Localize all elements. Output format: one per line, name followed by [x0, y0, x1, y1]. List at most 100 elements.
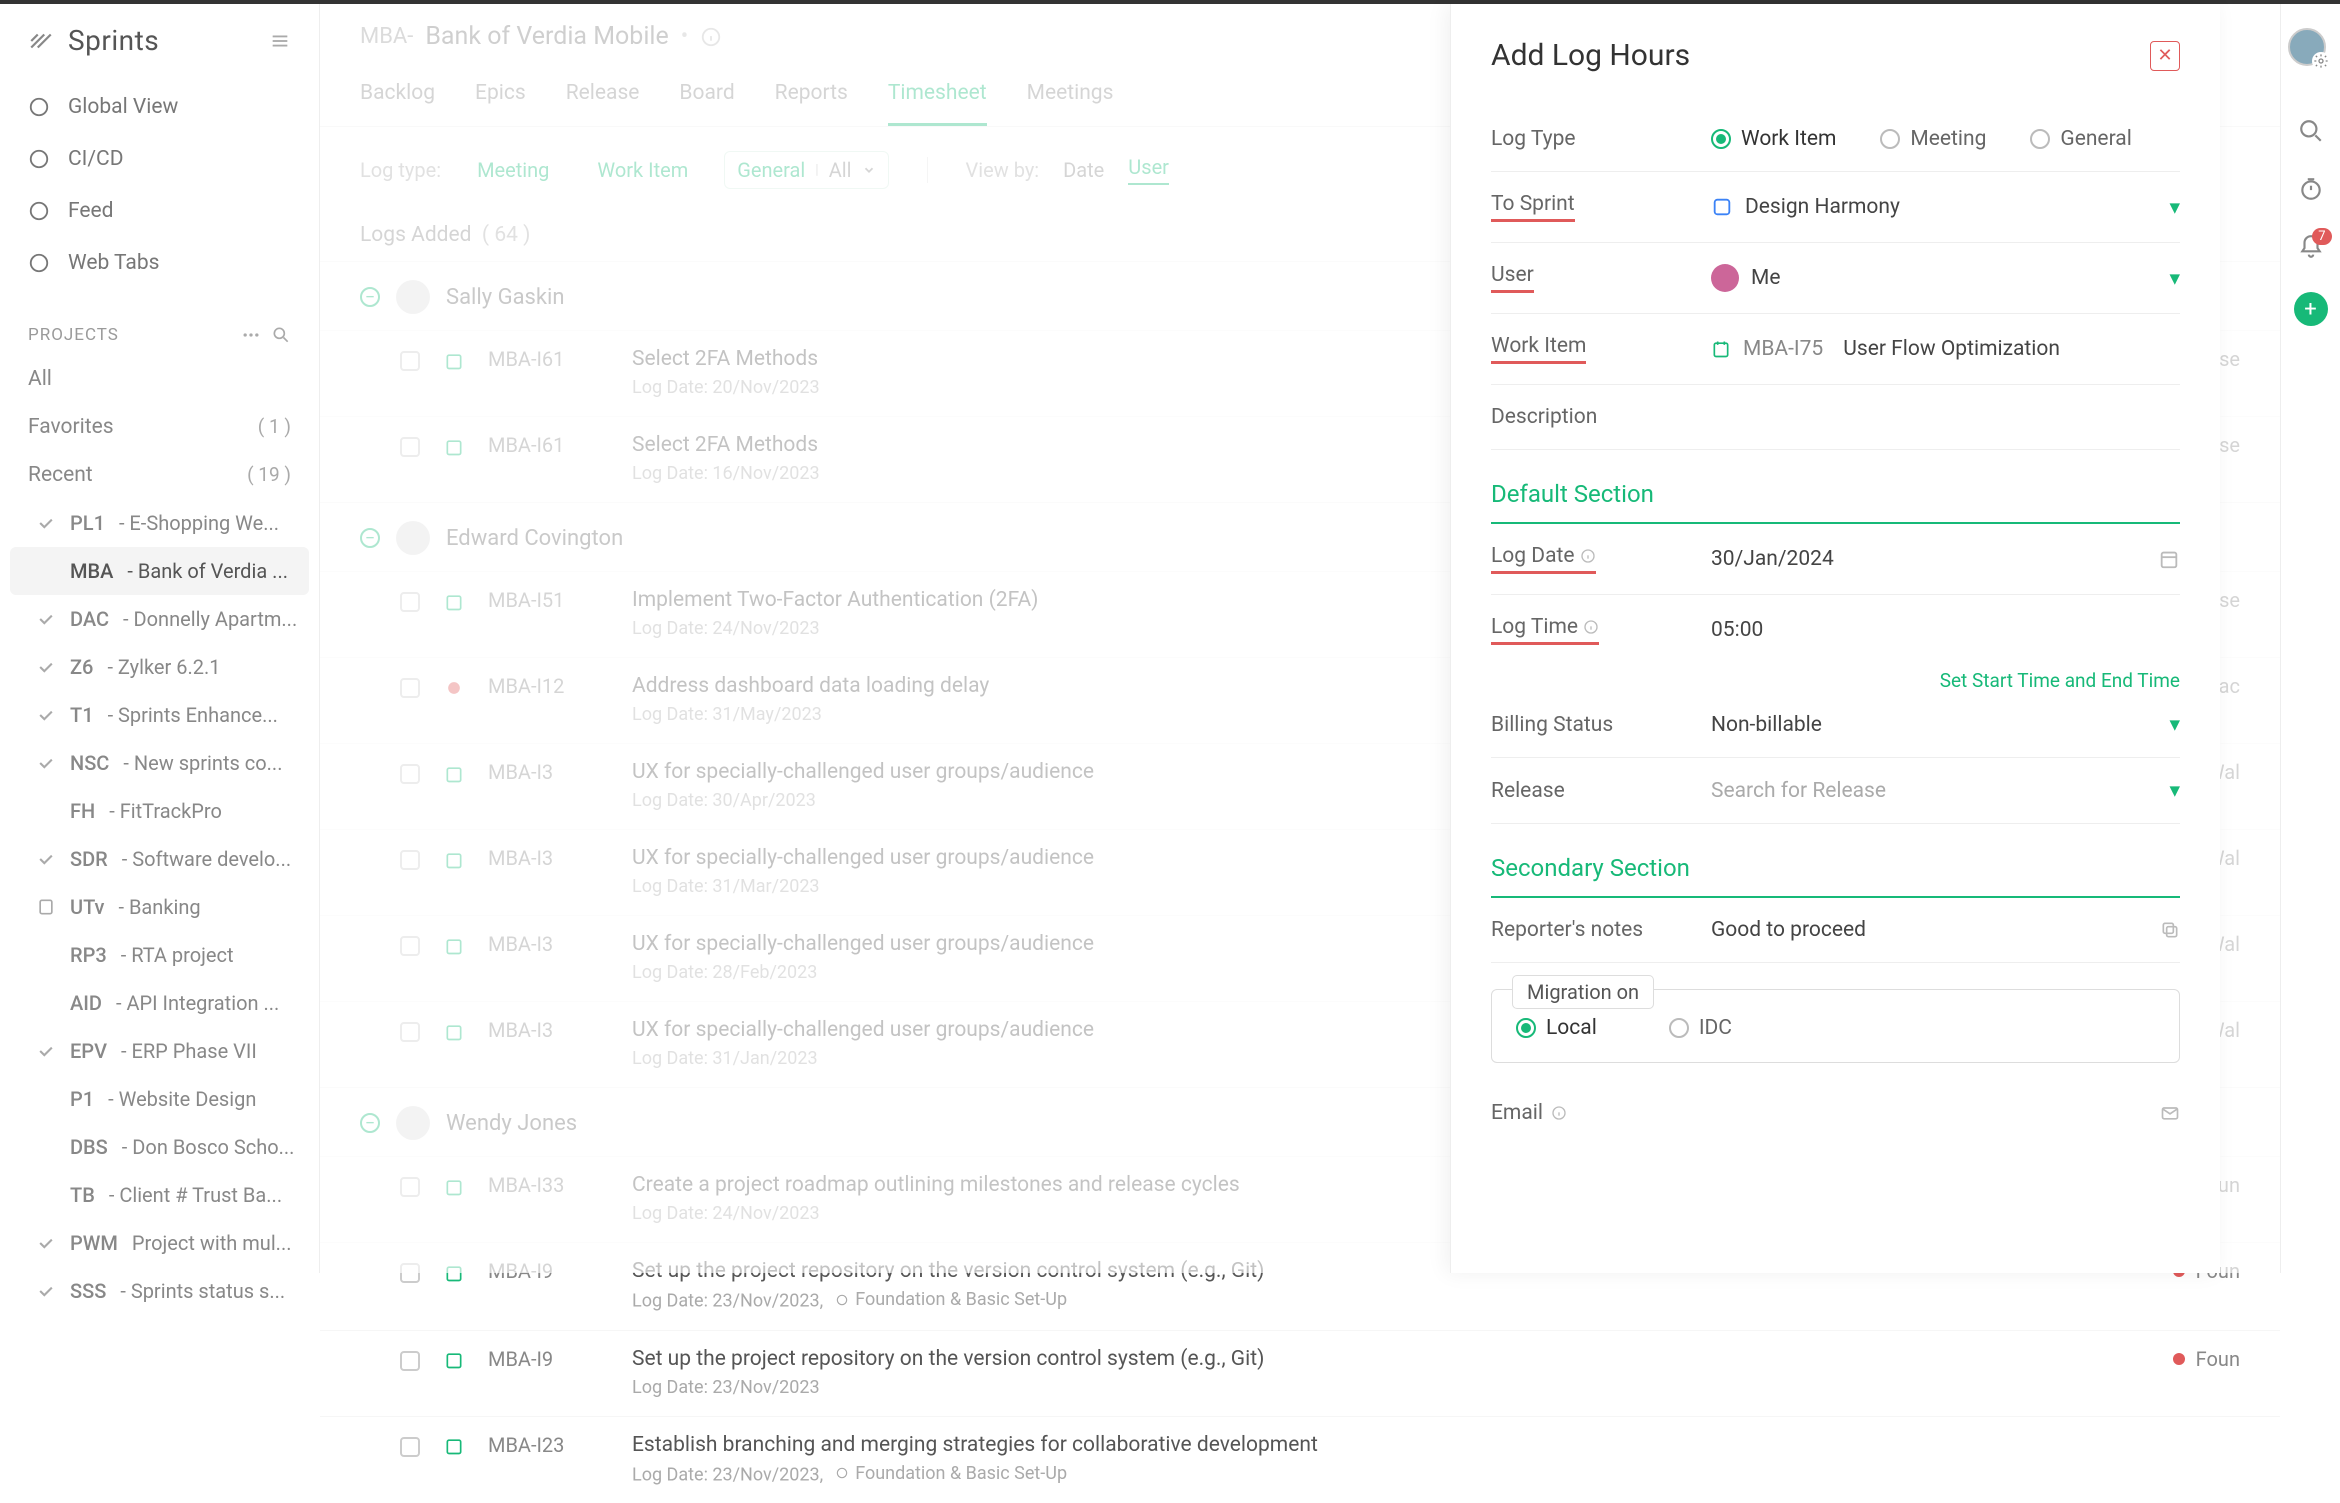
proj-group-favorites[interactable]: Favorites( 1 ) — [0, 403, 319, 451]
log-id: MBA-I3 — [488, 760, 608, 784]
timer-icon[interactable] — [2298, 176, 2324, 202]
radio-meeting[interactable]: Meeting — [1880, 127, 1986, 151]
gear-icon[interactable] — [2312, 52, 2330, 70]
row-checkbox[interactable] — [400, 1437, 420, 1457]
viewby-date[interactable]: Date — [1063, 158, 1104, 182]
project-epv[interactable]: EPV- ERP Phase VII — [0, 1027, 319, 1075]
field-user[interactable]: User Me ▾ — [1491, 243, 2180, 314]
project-mba[interactable]: MBA- Bank of Verdia ... — [10, 547, 309, 595]
row-checkbox[interactable] — [400, 764, 420, 784]
tab-reports[interactable]: Reports — [775, 71, 848, 126]
project-name: - Website Design — [108, 1087, 256, 1111]
row-checkbox[interactable] — [400, 592, 420, 612]
proj-group-label: All — [28, 367, 52, 391]
project-aid[interactable]: AID- API Integration ... — [0, 979, 319, 1027]
project-t1[interactable]: T1- Sprints Enhance... — [0, 691, 319, 739]
log-tag: Foundation & Basic Set-Up — [835, 1463, 1067, 1484]
viewby-user[interactable]: User — [1128, 155, 1169, 185]
field-to-sprint[interactable]: To Sprint Design Harmony ▾ — [1491, 172, 2180, 243]
check-icon — [36, 753, 56, 773]
field-release[interactable]: Release Search for Release ▾ — [1491, 758, 2180, 824]
field-notes[interactable]: Reporter's notes Good to proceed — [1491, 898, 2180, 963]
main-content: MBA- Bank of Verdia Mobile • BacklogEpic… — [320, 4, 2280, 1273]
to-sprint-value: Design Harmony — [1745, 195, 1900, 219]
filter-meeting[interactable]: Meeting — [465, 152, 561, 188]
row-checkbox[interactable] — [400, 1022, 420, 1042]
row-checkbox[interactable] — [400, 437, 420, 457]
project-utv[interactable]: UTv- Banking — [0, 883, 319, 931]
doc-icon — [36, 897, 56, 917]
close-button[interactable]: ✕ — [2150, 41, 2180, 71]
project-nsc[interactable]: NSC- New sprints co... — [0, 739, 319, 787]
search-projects-icon[interactable] — [271, 325, 291, 345]
log-date: Log Date: 23/Nov/2023 — [632, 1377, 2146, 1398]
menu-toggle-icon[interactable] — [269, 30, 291, 52]
log-row[interactable]: MBA-I9Set up the project repository on t… — [320, 1330, 2280, 1416]
nav-feed[interactable]: Feed — [0, 185, 319, 237]
tab-backlog[interactable]: Backlog — [360, 71, 435, 126]
radio-local[interactable]: Local — [1516, 1016, 1597, 1040]
field-work-item[interactable]: Work Item MBA-I75 User Flow Optimization — [1491, 314, 2180, 385]
row-checkbox[interactable] — [400, 850, 420, 870]
tab-meetings[interactable]: Meetings — [1027, 71, 1114, 126]
globe-icon — [28, 96, 50, 118]
log-row[interactable]: MBA-I23Establish branching and merging s… — [320, 1416, 2280, 1503]
field-email[interactable]: Email — [1491, 1081, 2180, 1145]
tab-epics[interactable]: Epics — [475, 71, 526, 126]
radio-circle — [1516, 1018, 1536, 1038]
project-dbs[interactable]: DBS- Don Bosco Scho... — [0, 1123, 319, 1171]
log-time-value: 05:00 — [1711, 618, 1763, 642]
calendar-icon[interactable] — [2158, 548, 2180, 570]
nav-web-tabs[interactable]: Web Tabs — [0, 237, 319, 289]
filter-workitem[interactable]: Work Item — [585, 152, 700, 188]
nav-global-view[interactable]: Global View — [0, 81, 319, 133]
project-code: EPV — [70, 1039, 107, 1063]
email-icon[interactable] — [2160, 1103, 2180, 1123]
project-sss[interactable]: SSS- Sprints status s... — [0, 1267, 319, 1315]
radio-label: Meeting — [1910, 127, 1986, 151]
tab-board[interactable]: Board — [679, 71, 734, 126]
project-name: - Don Bosco Scho... — [122, 1135, 295, 1159]
project-dac[interactable]: DAC- Donnelly Apartm... — [0, 595, 319, 643]
field-billing[interactable]: Billing Status Non-billable ▾ — [1491, 692, 2180, 758]
field-log-time[interactable]: Log Time 05:00 — [1491, 595, 2180, 651]
task-icon — [444, 936, 464, 956]
to-sprint-label: To Sprint — [1491, 192, 1575, 222]
notifications-icon[interactable]: 7 — [2298, 234, 2324, 260]
check-icon — [36, 1041, 56, 1061]
info-icon[interactable] — [700, 26, 722, 48]
project-sdr[interactable]: SDR- Software develo... — [0, 835, 319, 883]
radio-idc[interactable]: IDC — [1669, 1016, 1732, 1040]
nav-ci-cd[interactable]: CI/CD — [0, 133, 319, 185]
bug-icon — [444, 678, 464, 698]
project-tb[interactable]: TB- Client # Trust Ba... — [0, 1171, 319, 1219]
tab-release[interactable]: Release — [566, 71, 640, 126]
radio-work-item[interactable]: Work Item — [1711, 127, 1836, 151]
row-checkbox[interactable] — [400, 936, 420, 956]
tab-timesheet[interactable]: Timesheet — [888, 71, 987, 126]
add-button[interactable]: + — [2294, 292, 2328, 326]
row-checkbox[interactable] — [400, 1263, 420, 1283]
project-z6[interactable]: Z6- Zylker 6.2.1 — [0, 643, 319, 691]
row-checkbox[interactable] — [400, 351, 420, 371]
filter-general[interactable]: General | All — [724, 151, 888, 189]
chevron-down-icon — [862, 163, 876, 177]
project-rp3[interactable]: RP3- RTA project — [0, 931, 319, 979]
row-checkbox[interactable] — [400, 678, 420, 698]
search-icon[interactable] — [2298, 118, 2324, 144]
proj-group-all[interactable]: All — [0, 355, 319, 403]
set-times-link[interactable]: Set Start Time and End Time — [1491, 651, 2180, 692]
project-fh[interactable]: FH- FitTrackPro — [0, 787, 319, 835]
proj-group-recent[interactable]: Recent( 19 ) — [0, 451, 319, 499]
radio-general[interactable]: General — [2030, 127, 2131, 151]
project-pwm[interactable]: PWMProject with mul... — [0, 1219, 319, 1267]
field-description[interactable]: Description — [1491, 385, 2180, 450]
copy-icon[interactable] — [2160, 920, 2180, 940]
project-p1[interactable]: P1- Website Design — [0, 1075, 319, 1123]
row-checkbox[interactable] — [400, 1351, 420, 1371]
row-checkbox[interactable] — [400, 1177, 420, 1197]
user-avatar — [396, 1106, 430, 1140]
project-pl1[interactable]: PL1- E-Shopping We... — [0, 499, 319, 547]
more-icon[interactable] — [241, 325, 261, 345]
field-log-date[interactable]: Log Date 30/Jan/2024 — [1491, 524, 2180, 595]
